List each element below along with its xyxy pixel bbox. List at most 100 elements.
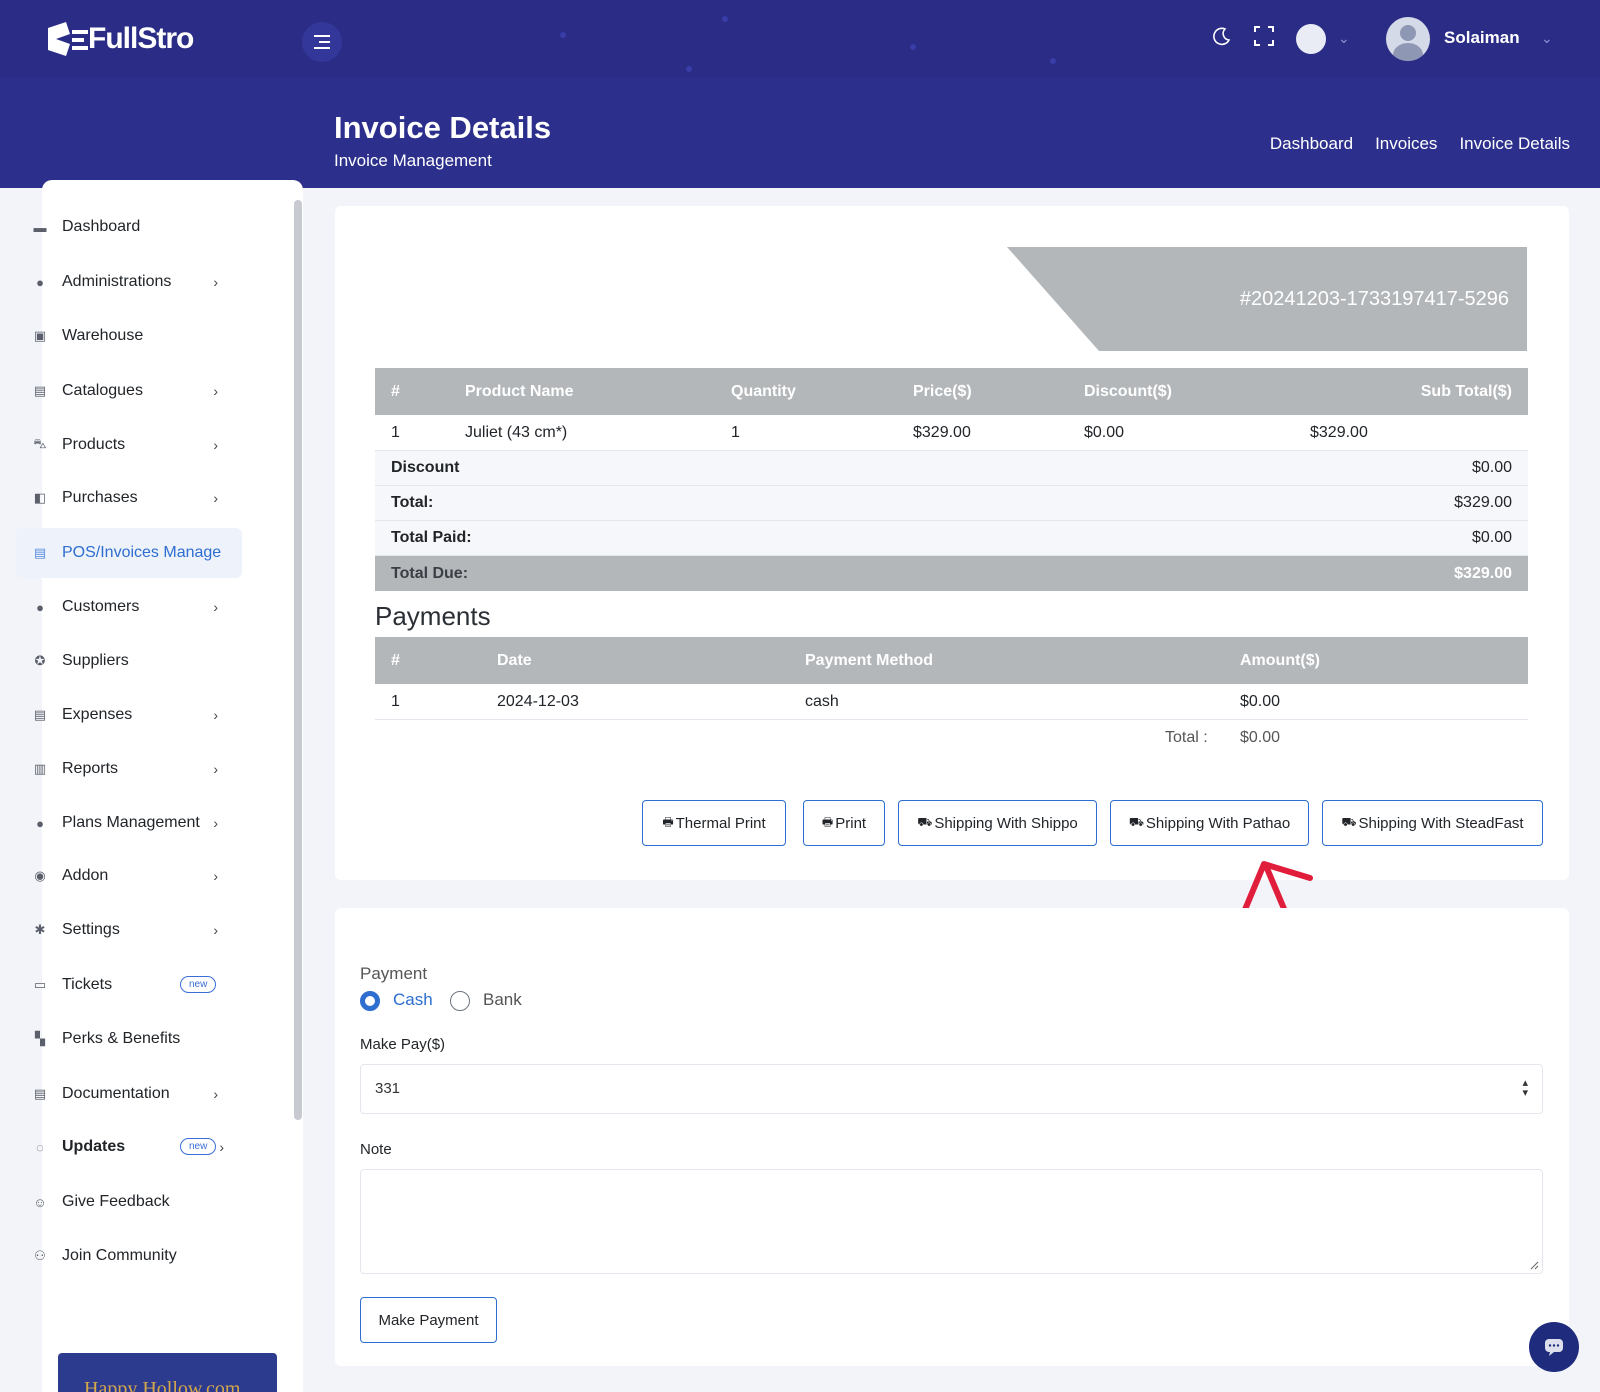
- sidebar-scrollbar[interactable]: [294, 200, 302, 1120]
- sidebar-item-administrations[interactable]: ● Administrations ›: [16, 257, 242, 307]
- fullscreen-icon[interactable]: [1254, 26, 1274, 52]
- payment-label: Payment: [360, 964, 428, 983]
- radio-bank-label[interactable]: Bank: [483, 990, 522, 1010]
- gear-icon: ✱: [34, 922, 46, 937]
- sidebar-item-join-community[interactable]: ⚇ Join Community: [16, 1231, 242, 1281]
- resize-handle-icon[interactable]: [1529, 1260, 1539, 1270]
- sidebar-item-perks-benefits[interactable]: ▚ Perks & Benefits: [16, 1014, 242, 1064]
- summary-value: $0.00: [1471, 529, 1512, 546]
- updates-icon: ◌: [36, 1139, 44, 1155]
- sidebar-item-plans-management[interactable]: ● Plans Management ›: [16, 798, 242, 848]
- dashboard-icon: ▬: [33, 219, 47, 235]
- radio-bank[interactable]: [450, 991, 470, 1011]
- ticket-icon: ▭: [33, 977, 47, 992]
- chevron-right-icon: ›: [213, 383, 218, 399]
- col-date: Date: [497, 651, 532, 669]
- top-navbar: [0, 0, 1600, 78]
- chevron-right-icon: ›: [213, 599, 218, 615]
- decor-dot: [722, 16, 728, 22]
- chat-icon: [1545, 1339, 1563, 1356]
- thermal-print-button[interactable]: 🖶 Thermal Print: [642, 800, 786, 846]
- sidebar-item-pos-invoices-manage[interactable]: ▤ POS/Invoices Manage: [16, 528, 242, 578]
- breadcrumb-dashboard[interactable]: Dashboard: [1270, 134, 1353, 154]
- sidebar-item-expenses[interactable]: ▤ Expenses ›: [16, 690, 242, 740]
- user-name[interactable]: Solaiman: [1444, 28, 1520, 48]
- decor-dot: [1050, 58, 1056, 64]
- chevron-right-icon: ›: [213, 707, 218, 723]
- invoice-number-banner: #20241203-1733197417-5296: [1007, 247, 1527, 351]
- radio-cash[interactable]: [360, 991, 380, 1011]
- sidebar-item-dashboard[interactable]: ▬ Dashboard: [16, 202, 242, 252]
- summary-value: $0.00: [1471, 459, 1512, 476]
- col-payment-method: Payment Method: [805, 651, 934, 669]
- perks-icon: ▚: [35, 1031, 45, 1046]
- app-logo[interactable]: FullStro: [42, 20, 194, 58]
- sidebar-item-catalogues[interactable]: ▤ Catalogues ›: [16, 366, 242, 416]
- chevron-down-icon[interactable]: ⌄: [1541, 30, 1553, 47]
- summary-value: $329.00: [1454, 564, 1512, 582]
- make-pay-input[interactable]: 331 ▴ ▾: [360, 1064, 1543, 1114]
- sidebar-item-purchases[interactable]: ◧ Purchases ›: [16, 473, 242, 523]
- page-subtitle: Invoice Management: [334, 151, 492, 170]
- chevron-right-icon: ›: [213, 274, 218, 290]
- sidebar-item-tickets[interactable]: ▭ Tickets new: [16, 960, 242, 1010]
- supplier-icon: ✪: [34, 653, 46, 668]
- payments-table-header: # Date Payment Method Amount($): [375, 637, 1528, 684]
- payments-total-row: Total : $0.00: [375, 720, 1528, 756]
- sidebar-item-settings[interactable]: ✱ Settings ›: [16, 905, 242, 955]
- summary-due-row: Total Due: $329.00: [375, 556, 1528, 591]
- chevron-down-icon[interactable]: ⌄: [1338, 30, 1350, 47]
- sidebar-item-label: Documentation: [62, 1085, 170, 1102]
- promo-banner[interactable]: Happy Hollow.com: [58, 1353, 277, 1392]
- dark-mode-icon[interactable]: [1212, 26, 1232, 52]
- sidebar-item-reports[interactable]: ▥ Reports ›: [16, 744, 242, 794]
- col-subtotal: Sub Total($): [1420, 382, 1512, 400]
- chevron-right-icon: ›: [213, 1086, 218, 1102]
- note-textarea[interactable]: [360, 1169, 1543, 1274]
- menu-toggle-button[interactable]: [302, 22, 342, 62]
- promo-text: Happy Hollow.com: [84, 1378, 241, 1392]
- sidebar-item-products[interactable]: ⛍ Products ›: [16, 420, 242, 470]
- col-amount: Amount($): [1240, 651, 1320, 669]
- sidebar-item-label: Administrations: [62, 273, 172, 290]
- row-product: Juliet (43 cm*): [465, 423, 568, 441]
- doc-icon: ▤: [33, 1086, 47, 1101]
- radio-cash-label[interactable]: Cash: [393, 990, 433, 1010]
- user-cog-icon: ●: [36, 274, 44, 290]
- summary-label: Total Due:: [391, 564, 469, 582]
- sidebar-item-label: POS/Invoices Manage: [62, 544, 222, 561]
- logo-icon: [42, 20, 94, 58]
- make-payment-button[interactable]: Make Payment: [360, 1297, 497, 1343]
- sidebar-item-documentation[interactable]: ▤ Documentation ›: [16, 1069, 242, 1119]
- new-badge: new: [180, 1138, 217, 1155]
- hamburger-icon: [314, 33, 330, 51]
- decor-dot: [560, 32, 566, 38]
- sidebar-item-addon[interactable]: ◉ Addon ›: [16, 851, 242, 901]
- catalogue-icon: ▤: [33, 383, 47, 398]
- breadcrumb-invoices[interactable]: Invoices: [1375, 134, 1437, 154]
- addon-icon: ◉: [34, 868, 46, 883]
- language-flag-button[interactable]: [1296, 24, 1326, 54]
- avatar[interactable]: [1386, 17, 1430, 61]
- print-button[interactable]: 🖶 Print: [803, 800, 885, 846]
- decor-dot: [686, 66, 692, 72]
- number-stepper-icon[interactable]: ▴ ▾: [1522, 1078, 1528, 1099]
- payments-title: Payments: [375, 601, 491, 631]
- sidebar-item-updates[interactable]: ◌ Updates new ›: [16, 1122, 242, 1172]
- sidebar-item-label: Settings: [62, 921, 120, 938]
- shipping-steadfast-button[interactable]: ⛟ Shipping With SteadFast: [1322, 800, 1543, 846]
- shipping-pathao-button[interactable]: ⛟ Shipping With Pathao: [1110, 800, 1309, 846]
- sidebar-item-warehouse[interactable]: ▣ Warehouse: [16, 311, 242, 361]
- chat-support-button[interactable]: [1529, 1322, 1579, 1372]
- summary-label: Total:: [391, 494, 434, 511]
- make-pay-label: Make Pay($): [360, 1036, 446, 1053]
- sidebar-item-label: Plans Management: [62, 814, 200, 831]
- sidebar-item-suppliers[interactable]: ✪ Suppliers: [16, 636, 242, 686]
- sidebar-item-customers[interactable]: ● Customers ›: [16, 582, 242, 632]
- chevron-right-icon: ›: [213, 437, 218, 453]
- sidebar-item-give-feedback[interactable]: ☺ Give Feedback: [16, 1177, 242, 1227]
- cart-icon: ⛍: [33, 436, 47, 451]
- shipping-shippo-button[interactable]: ⛟ Shipping With Shippo: [898, 800, 1097, 846]
- report-icon: ▥: [33, 761, 47, 776]
- decor-dot: [910, 44, 916, 50]
